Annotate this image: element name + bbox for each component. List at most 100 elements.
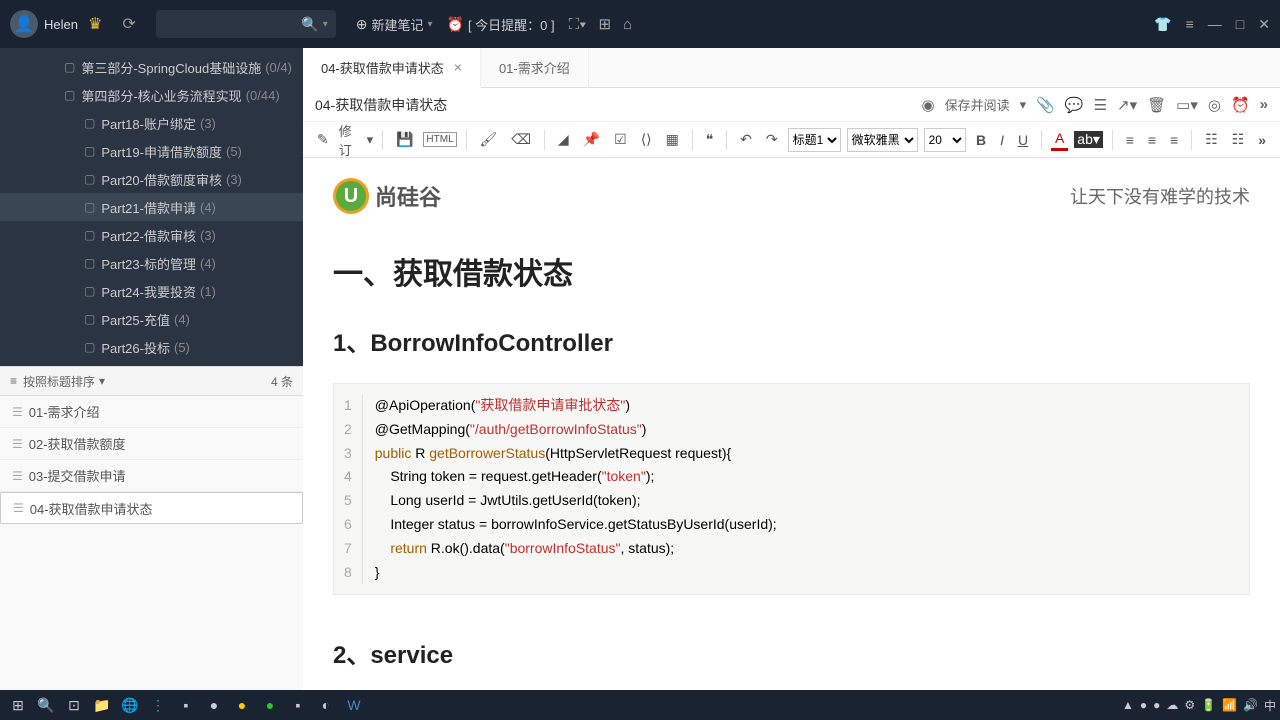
folder-icon: ▢	[64, 60, 75, 74]
tab[interactable]: 01-需求介绍	[481, 48, 589, 88]
grid-icon[interactable]: ⊞	[598, 15, 611, 33]
chevron-down-icon: ▾	[99, 374, 105, 388]
highlight-icon[interactable]: ◢	[554, 129, 573, 150]
crown-icon[interactable]: ♛	[88, 14, 102, 34]
undo-icon[interactable]: ↶	[736, 129, 756, 150]
eraser-icon[interactable]: ⌫	[507, 129, 535, 150]
pin-icon[interactable]: 📌	[579, 129, 604, 150]
more-icon[interactable]: »	[1260, 96, 1268, 113]
battery-icon[interactable]: 🔋	[1201, 698, 1216, 712]
tree-item[interactable]: ▢Part19-申请借款额度(5)	[0, 137, 303, 165]
new-note-button[interactable]: ⊕ 新建笔记 ▾	[356, 15, 433, 34]
tree-folder[interactable]: ▢第四部分-核心业务流程实现(0/44)	[0, 81, 303, 109]
tree-item[interactable]: ▢Part18-账户绑定(3)	[0, 109, 303, 137]
explorer-icon[interactable]: 📁	[88, 692, 116, 718]
tree-item[interactable]: ▢Part26-投标(5)	[0, 333, 303, 361]
note-item[interactable]: ☰03-提交借款申请	[0, 460, 303, 492]
brush-icon[interactable]: 🖌	[475, 129, 501, 150]
tree-item[interactable]: ▢Part25-充值(4)	[0, 305, 303, 333]
save-icon[interactable]: 💾	[392, 129, 417, 150]
start-button[interactable]: ⊞	[4, 692, 32, 718]
terminal-icon[interactable]: ▪	[172, 692, 200, 718]
bg-color-button[interactable]: ab▾	[1074, 131, 1103, 148]
doc-body[interactable]: U 尚硅谷 让天下没有难学的技术 一、获取借款状态 1、BorrowInfoCo…	[303, 158, 1280, 690]
user-avatar[interactable]: 👤	[10, 10, 38, 38]
bold-button[interactable]: B	[972, 130, 990, 150]
ime-indicator[interactable]: 中	[1264, 697, 1276, 714]
attachment-icon[interactable]: 📎	[1036, 96, 1055, 114]
size-select[interactable]: 20	[924, 128, 966, 152]
app-icon[interactable]: ◐	[312, 692, 340, 718]
app-icon[interactable]: ●	[228, 692, 256, 718]
close-button[interactable]: ✕	[1258, 16, 1270, 33]
menu-icon[interactable]: ≡	[1186, 16, 1194, 33]
tray-icon[interactable]: ⚙	[1184, 698, 1195, 712]
unordered-list-icon[interactable]: ☷	[1228, 129, 1249, 150]
eye-icon[interactable]: ◉	[922, 96, 935, 114]
tree-item[interactable]: ▢Part20-借款额度审核(3)	[0, 165, 303, 193]
minimize-button[interactable]: —	[1208, 16, 1222, 33]
note-item[interactable]: ☰02-获取借款额度	[0, 428, 303, 460]
task-view-icon[interactable]: ⊡	[60, 692, 88, 718]
tree-item[interactable]: ▢Part23-标的管理(4)	[0, 249, 303, 277]
alarm-icon[interactable]: ⏰	[1231, 96, 1250, 114]
comment-icon[interactable]: 💬	[1065, 96, 1084, 114]
shirt-icon[interactable]: 👕	[1154, 16, 1171, 33]
notebook-tree: ▢第三部分-SpringCloud基础设施(0/4) ▢第四部分-核心业务流程实…	[0, 48, 303, 366]
table-icon[interactable]: ▦	[662, 129, 683, 150]
new-note-label: 新建笔记	[371, 15, 423, 34]
ordered-list-icon[interactable]: ☷	[1201, 129, 1222, 150]
volume-icon[interactable]: 🔊	[1243, 698, 1258, 712]
globe-icon[interactable]: ◎	[1208, 96, 1221, 114]
refresh-icon[interactable]: ⟳	[122, 14, 135, 34]
search-input[interactable]: 🔍 ▾	[156, 10, 336, 38]
sort-bar[interactable]: ≡ 按照标题排序 ▾ 4 条	[0, 366, 303, 396]
tray-icon[interactable]: ☁	[1166, 698, 1178, 712]
chrome-icon[interactable]: ●	[200, 692, 228, 718]
tree-item[interactable]: ▢Part21-借款申请(4)	[0, 193, 303, 221]
align-left-icon[interactable]: ≡	[1122, 130, 1138, 150]
outline-icon[interactable]: ☰	[1094, 96, 1107, 114]
font-color-button[interactable]: A	[1051, 128, 1068, 151]
screen-icon[interactable]: ⛶▾	[569, 16, 587, 33]
code-icon[interactable]: ⟨⟩	[637, 129, 656, 150]
more-icon[interactable]: »	[1254, 130, 1270, 150]
wifi-icon[interactable]: 📶	[1222, 698, 1237, 712]
align-center-icon[interactable]: ≡	[1144, 130, 1160, 150]
save-read-button[interactable]: 保存并阅读	[945, 95, 1010, 114]
maximize-button[interactable]: □	[1236, 16, 1244, 33]
html-icon[interactable]: HTML	[423, 132, 456, 147]
align-right-icon[interactable]: ≡	[1166, 130, 1182, 150]
edge-icon[interactable]: 🌐	[116, 692, 144, 718]
search-icon[interactable]: 🔍	[32, 692, 60, 718]
font-select[interactable]: 微软雅黑	[847, 128, 918, 152]
idea-icon[interactable]: ▪	[284, 692, 312, 718]
delete-icon[interactable]: 🗑	[1147, 96, 1166, 114]
edit-icon[interactable]: ✎	[313, 129, 333, 150]
modify-label[interactable]: 修订	[339, 121, 361, 159]
note-item[interactable]: ☰04-获取借款申请状态	[0, 492, 303, 524]
username[interactable]: Helen	[44, 17, 78, 32]
wechat-icon[interactable]: ●	[256, 692, 284, 718]
tray-icon[interactable]: ●	[1153, 698, 1160, 712]
underline-button[interactable]: U	[1014, 130, 1032, 150]
vscode-icon[interactable]: ⋮	[144, 692, 172, 718]
close-icon[interactable]: ×	[454, 59, 462, 75]
book-icon[interactable]: ▭▾	[1176, 96, 1198, 114]
reminder-button[interactable]: ⏰ [ 今日提醒：0 ]	[447, 15, 555, 34]
heading-select[interactable]: 标题1	[788, 128, 841, 152]
tray-icon[interactable]: ●	[1140, 698, 1147, 712]
redo-icon[interactable]: ↷	[762, 129, 782, 150]
tree-item[interactable]: ▢Part22-借款审核(3)	[0, 221, 303, 249]
word-icon[interactable]: W	[340, 692, 368, 718]
quote-icon[interactable]: ❝	[702, 129, 718, 150]
home-icon[interactable]: ⌂	[623, 16, 632, 33]
note-item[interactable]: ☰01-需求介绍	[0, 396, 303, 428]
tray-icon[interactable]: ▲	[1122, 698, 1134, 712]
italic-button[interactable]: I	[996, 130, 1008, 150]
tree-folder[interactable]: ▢第三部分-SpringCloud基础设施(0/4)	[0, 53, 303, 81]
check-icon[interactable]: ☑	[610, 129, 631, 150]
tree-item[interactable]: ▢Part24-我要投资(1)	[0, 277, 303, 305]
tab[interactable]: 04-获取借款申请状态 ×	[303, 48, 481, 88]
share-icon[interactable]: ↗▾	[1117, 96, 1137, 114]
